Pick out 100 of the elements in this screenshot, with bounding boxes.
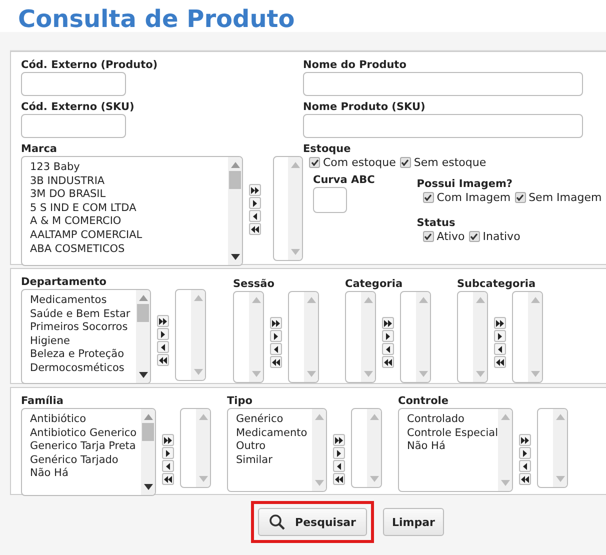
source-listbox[interactable]: Antibiótico Antibiotico Generico Generico Tarja Preta Genérico Tarjado Não Há <box>21 408 156 496</box>
scrollbar[interactable] <box>312 409 326 491</box>
checkbox[interactable] <box>400 157 411 168</box>
input-field[interactable] <box>21 114 126 138</box>
move-all-right-button[interactable] <box>157 315 169 327</box>
move-left-button[interactable] <box>157 341 169 353</box>
scrollbar[interactable] <box>473 292 487 382</box>
list-option[interactable]: Higiene <box>30 334 136 348</box>
move-right-button[interactable] <box>382 330 394 342</box>
checkbox[interactable] <box>468 231 480 242</box>
move-all-right-button[interactable] <box>162 434 174 446</box>
move-all-left-button[interactable] <box>157 354 169 366</box>
list-option[interactable]: ABA COSMETICOS <box>30 242 228 256</box>
list-option[interactable]: Não Há <box>30 467 141 481</box>
double-arrow-left-icon <box>335 476 343 482</box>
move-right-button[interactable] <box>333 447 345 459</box>
move-right-button[interactable] <box>494 330 506 342</box>
search-button[interactable]: Pesquisar <box>258 508 367 536</box>
list-option[interactable]: Genérico <box>236 413 312 427</box>
scrollbar[interactable] <box>249 292 263 382</box>
move-right-button[interactable] <box>249 197 262 209</box>
source-listbox[interactable]: Controlado Controle Especial Não Há <box>398 408 513 492</box>
scrollbar[interactable] <box>191 290 205 380</box>
list-option[interactable]: Controlado <box>407 413 498 427</box>
checkbox[interactable] <box>309 157 320 168</box>
move-left-button[interactable] <box>494 343 506 355</box>
list-option[interactable]: 3B INDUSTRIA <box>30 174 228 188</box>
move-all-right-button[interactable] <box>382 317 394 329</box>
list-option[interactable]: 3M DO BRASIL <box>30 188 228 202</box>
input-field[interactable] <box>303 72 583 96</box>
list-option[interactable]: Similar <box>236 454 312 468</box>
field-label: Família <box>21 394 64 408</box>
list-option[interactable]: AALTAMP COMERCIAL <box>30 228 228 243</box>
move-all-right-button[interactable] <box>270 317 282 329</box>
list-option[interactable]: Medicamento <box>236 426 312 440</box>
scrollbar[interactable] <box>136 290 150 383</box>
move-left-button[interactable] <box>519 460 531 472</box>
move-all-left-button[interactable] <box>162 473 174 485</box>
checkbox[interactable] <box>422 231 434 242</box>
scrollbar[interactable] <box>416 292 430 382</box>
scrollbar[interactable] <box>361 292 375 382</box>
move-all-left-button[interactable] <box>382 356 394 368</box>
list-option[interactable]: Generico Tarja Preta <box>30 440 141 454</box>
scrollbar[interactable] <box>367 409 381 487</box>
scrollbar[interactable] <box>304 292 318 382</box>
checkbox[interactable] <box>514 192 526 203</box>
list-option[interactable]: Primeiros Socorros <box>30 321 136 335</box>
scrollbar[interactable] <box>288 157 302 260</box>
move-right-button[interactable] <box>157 328 169 340</box>
checkbox-label: Com estoque <box>323 156 396 169</box>
list-option[interactable]: Antibiotico Generico <box>30 426 141 440</box>
move-left-button[interactable] <box>249 210 262 222</box>
list-option[interactable]: Controle Especial <box>407 426 498 440</box>
scrollbar-thumb[interactable] <box>229 171 242 189</box>
move-left-button[interactable] <box>382 343 394 355</box>
input-field[interactable] <box>303 114 583 138</box>
list-option[interactable]: Outro <box>236 440 312 454</box>
move-all-left-button[interactable] <box>270 356 282 368</box>
move-left-button[interactable] <box>162 460 174 472</box>
scrollbar[interactable] <box>553 409 567 487</box>
scrollbar[interactable] <box>141 409 155 495</box>
scrollbar[interactable] <box>196 409 210 487</box>
clear-button[interactable]: Limpar <box>382 508 444 536</box>
list-option[interactable]: A & M COMERCIO <box>30 215 228 229</box>
move-all-left-button[interactable] <box>249 223 262 235</box>
source-listbox[interactable]: 123 Baby 3B INDUSTRIA 3M DO BRASIL 5 S IND E COM LTDA A & M COMERCIO AALTAMP COMERCIAL ABA COSMETICOS <box>21 156 244 266</box>
move-left-button[interactable] <box>333 460 345 472</box>
list-option[interactable]: Não Há <box>407 440 498 454</box>
move-right-button[interactable] <box>162 447 174 459</box>
scrollbar[interactable] <box>498 409 512 491</box>
source-listbox[interactable]: Medicamentos Saúde e Bem Estar Primeiros Socorros Higiene Beleza e Proteção Dermocosméticos <box>21 289 151 384</box>
scroll-up-icon <box>476 297 484 303</box>
scrollbar[interactable] <box>228 157 242 265</box>
scrollbar-thumb[interactable] <box>142 423 154 441</box>
scrollbar[interactable] <box>528 292 542 382</box>
arrow-left-icon <box>164 462 172 470</box>
move-right-button[interactable] <box>270 330 282 342</box>
list-option[interactable]: Dermocosméticos <box>30 362 136 376</box>
move-all-left-button[interactable] <box>494 356 506 368</box>
list-option[interactable]: Antibiótico <box>30 413 141 427</box>
move-all-left-button[interactable] <box>333 473 345 485</box>
list-option[interactable]: Saúde e Bem Estar <box>30 308 136 322</box>
checkbox[interactable] <box>422 192 434 203</box>
list-option[interactable]: 5 S IND E COM LTDA <box>30 202 228 216</box>
move-all-right-button[interactable] <box>249 184 262 196</box>
move-right-button[interactable] <box>519 447 531 459</box>
move-all-left-button[interactable] <box>519 473 531 485</box>
move-all-right-button[interactable] <box>494 317 506 329</box>
input-field[interactable] <box>313 187 347 213</box>
move-all-right-button[interactable] <box>519 434 531 446</box>
list-option[interactable]: 123 Baby <box>30 161 228 175</box>
move-left-button[interactable] <box>270 343 282 355</box>
scrollbar-thumb[interactable] <box>137 304 149 322</box>
list-option[interactable]: Beleza e Proteção <box>30 348 136 362</box>
source-listbox[interactable]: Genérico Medicamento Outro Similar <box>227 408 327 492</box>
move-all-right-button[interactable] <box>333 434 345 446</box>
list-option[interactable]: Medicamentos <box>30 294 136 308</box>
field-label: Curva ABC <box>313 173 375 187</box>
input-field[interactable] <box>21 72 126 96</box>
list-option[interactable]: Genérico Tarjado <box>30 454 141 468</box>
